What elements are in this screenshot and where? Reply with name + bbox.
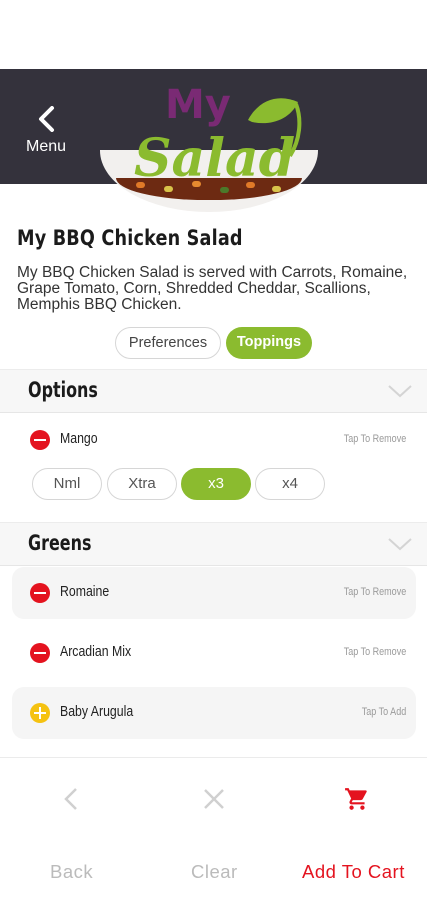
chevron-left-icon bbox=[39, 106, 54, 132]
tab-preferences[interactable]: Preferences bbox=[115, 327, 221, 359]
tap-action-label: Tap To Remove bbox=[343, 433, 406, 445]
item-detail-screen: Menu My Salad My BBQ Chicken Salad My BB… bbox=[0, 0, 427, 900]
bottom-divider bbox=[0, 757, 427, 758]
chevron-down-icon bbox=[388, 538, 412, 551]
remove-icon[interactable] bbox=[30, 643, 50, 663]
remove-icon[interactable] bbox=[30, 430, 50, 450]
greens-heading: Greens bbox=[28, 531, 92, 555]
back-button[interactable]: Back bbox=[50, 861, 93, 883]
svg-text:Salad: Salad bbox=[134, 128, 295, 185]
clear-x-icon[interactable] bbox=[202, 786, 226, 812]
tap-action-label: Tap To Remove bbox=[343, 646, 406, 658]
product-title: My BBQ Chicken Salad bbox=[17, 226, 243, 250]
remove-icon[interactable] bbox=[30, 583, 50, 603]
quantity-normal-button[interactable]: Nml bbox=[32, 468, 102, 500]
back-chevron-icon[interactable] bbox=[63, 786, 79, 812]
tab-toppings[interactable]: Toppings bbox=[226, 327, 312, 359]
topping-name: Baby Arugula bbox=[60, 703, 134, 720]
quantity-x4-button[interactable]: x4 bbox=[255, 468, 325, 500]
topping-name: Mango bbox=[60, 430, 98, 447]
greens-row-arcadian-mix[interactable]: Arcadian Mix Tap To Remove bbox=[12, 627, 416, 679]
greens-row-romaine[interactable]: Romaine Tap To Remove bbox=[12, 567, 416, 619]
my-salad-logo: My Salad bbox=[134, 82, 302, 185]
menu-button[interactable]: Menu bbox=[18, 98, 74, 162]
tab-bar: Preferences Toppings bbox=[0, 327, 427, 359]
chevron-down-icon bbox=[388, 385, 412, 398]
tap-action-label: Tap To Add bbox=[361, 706, 406, 718]
options-section-header[interactable]: Options bbox=[0, 369, 427, 413]
tap-action-label: Tap To Remove bbox=[343, 586, 406, 598]
options-heading: Options bbox=[28, 378, 98, 402]
clear-button[interactable]: Clear bbox=[191, 861, 238, 883]
greens-section-header[interactable]: Greens bbox=[0, 522, 427, 566]
svg-text:My: My bbox=[165, 82, 231, 128]
topping-name: Romaine bbox=[60, 583, 110, 600]
option-row-mango[interactable]: Mango Tap To Remove bbox=[12, 414, 416, 466]
greens-row-baby-arugula[interactable]: Baby Arugula Tap To Add bbox=[12, 687, 416, 739]
topping-name: Arcadian Mix bbox=[60, 643, 132, 660]
product-description: My BBQ Chicken Salad is served with Carr… bbox=[17, 264, 408, 313]
add-to-cart-button[interactable]: Add To Cart bbox=[302, 861, 405, 883]
menu-label: Menu bbox=[25, 138, 67, 155]
quantity-extra-button[interactable]: Xtra bbox=[107, 468, 177, 500]
add-icon[interactable] bbox=[30, 703, 50, 723]
cart-icon[interactable] bbox=[344, 786, 370, 812]
quantity-x3-button[interactable]: x3 bbox=[181, 468, 251, 500]
